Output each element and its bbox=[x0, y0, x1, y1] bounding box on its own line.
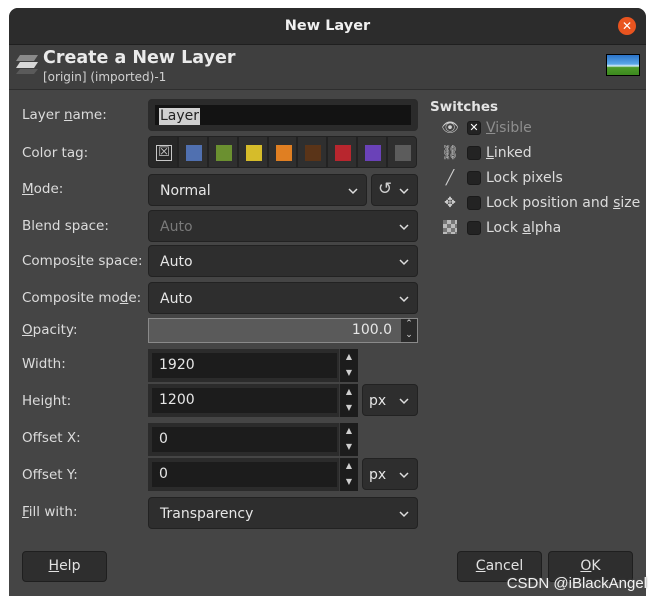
new-layer-dialog: New Layer ✕ Create a New Layer [origin] … bbox=[9, 8, 646, 596]
layer-name-field[interactable]: Layer bbox=[148, 99, 418, 131]
width-label: Width: bbox=[22, 356, 66, 372]
size-unit-value: px bbox=[369, 393, 387, 409]
mode-value: Normal bbox=[160, 183, 211, 199]
color-tag-red[interactable] bbox=[327, 136, 358, 168]
increment-icon[interactable]: ▲ bbox=[340, 423, 358, 439]
linked-checkbox[interactable] bbox=[467, 146, 481, 160]
offset-x-spinbox[interactable]: 0 ▲ ▼ bbox=[148, 423, 358, 456]
dialog-header: Create a New Layer [origin] (imported)-1 bbox=[9, 45, 646, 90]
layer-name-label: Layer name: bbox=[22, 107, 107, 123]
decrement-icon[interactable]: ▼ bbox=[340, 439, 358, 455]
visible-checkbox[interactable]: ✕ bbox=[467, 121, 481, 135]
height-label: Height: bbox=[22, 393, 72, 409]
color-tag-green[interactable] bbox=[207, 136, 238, 168]
color-tag-gray[interactable] bbox=[387, 136, 418, 168]
composite-space-value: Auto bbox=[160, 254, 193, 270]
composite-space-dropdown[interactable]: Auto bbox=[148, 245, 418, 277]
width-value: 1920 bbox=[159, 357, 195, 373]
opacity-label: Opacity: bbox=[22, 322, 78, 338]
fill-with-label: Fill with: bbox=[22, 504, 78, 520]
chevron-down-icon bbox=[399, 188, 409, 195]
opacity-slider[interactable]: 100.0 ⌃ ⌄ bbox=[148, 318, 418, 343]
fill-with-dropdown[interactable]: Transparency bbox=[148, 497, 418, 529]
color-tag-label: Color tag: bbox=[22, 145, 89, 161]
offset-unit-value: px bbox=[369, 467, 387, 483]
header-subtitle: [origin] (imported)-1 bbox=[43, 70, 167, 84]
chevron-down-icon bbox=[399, 259, 409, 266]
color-tag-selector: ☒ bbox=[148, 136, 418, 168]
width-spinbox[interactable]: 1920 ▲ ▼ bbox=[148, 349, 358, 382]
chevron-down-icon bbox=[399, 511, 409, 518]
composite-mode-value: Auto bbox=[160, 291, 193, 307]
offset-unit-dropdown[interactable]: px bbox=[362, 458, 418, 490]
increment-icon[interactable]: ▲ bbox=[340, 349, 358, 365]
image-thumbnail bbox=[606, 54, 640, 76]
composite-mode-label: Composite mode: bbox=[22, 290, 142, 306]
lock-pixels-label: Lock pixels bbox=[486, 170, 563, 186]
none-icon: ☒ bbox=[156, 145, 172, 161]
chevron-down-icon bbox=[348, 188, 358, 195]
switches-heading: Switches bbox=[430, 99, 499, 115]
linked-label: Linked bbox=[486, 145, 532, 161]
layer-name-value: Layer bbox=[159, 108, 201, 125]
layer-icon bbox=[16, 55, 38, 74]
decrement-icon[interactable]: ▼ bbox=[340, 474, 358, 490]
brush-icon: ╱ bbox=[445, 170, 455, 186]
offset-y-label: Offset Y: bbox=[22, 467, 78, 483]
chevron-down-icon bbox=[399, 472, 409, 479]
opacity-value: 100.0 bbox=[351, 322, 392, 338]
offset-x-label: Offset X: bbox=[22, 430, 81, 446]
chevron-up-icon[interactable]: ⌃ bbox=[401, 319, 417, 330]
height-value: 1200 bbox=[159, 392, 195, 408]
lock-position-checkbox[interactable] bbox=[467, 196, 481, 210]
offset-y-spinbox[interactable]: 0 ▲ ▼ bbox=[148, 458, 358, 491]
opacity-spin-buttons[interactable]: ⌃ ⌄ bbox=[401, 319, 417, 342]
color-tag-orange[interactable] bbox=[267, 136, 298, 168]
lock-alpha-label: Lock alpha bbox=[486, 220, 562, 236]
color-tag-yellow[interactable] bbox=[237, 136, 268, 168]
mode-label: Mode: bbox=[22, 181, 64, 197]
checkerboard-icon bbox=[443, 220, 457, 234]
blend-space-value: Auto bbox=[160, 219, 193, 235]
chevron-down-icon bbox=[399, 398, 409, 405]
chevron-down-icon[interactable]: ⌄ bbox=[401, 330, 417, 341]
chevron-down-icon bbox=[399, 296, 409, 303]
color-tag-none[interactable]: ☒ bbox=[148, 136, 178, 168]
move-icon: ✥ bbox=[444, 195, 456, 211]
blend-space-label: Blend space: bbox=[22, 218, 109, 234]
height-spinbox[interactable]: 1200 ▲ ▼ bbox=[148, 384, 358, 417]
color-tag-violet[interactable] bbox=[357, 136, 388, 168]
chevron-down-icon bbox=[399, 224, 409, 231]
mode-dropdown[interactable]: Normal bbox=[148, 174, 367, 206]
close-button[interactable]: ✕ bbox=[618, 17, 636, 35]
window-title: New Layer bbox=[284, 18, 371, 34]
composite-space-label: Composite space: bbox=[22, 253, 143, 269]
increment-icon[interactable]: ▲ bbox=[340, 384, 358, 400]
lock-alpha-checkbox[interactable] bbox=[467, 221, 481, 235]
lock-position-label: Lock position and size bbox=[486, 195, 641, 211]
blend-space-dropdown[interactable]: Auto bbox=[148, 210, 418, 242]
eye-icon: 👁 bbox=[441, 120, 459, 136]
mode-group-button[interactable]: ↺ bbox=[371, 174, 418, 206]
fill-with-value: Transparency bbox=[160, 506, 254, 522]
decrement-icon[interactable]: ▼ bbox=[340, 365, 358, 381]
watermark: CSDN @iBlackAngel bbox=[506, 575, 647, 592]
composite-mode-dropdown[interactable]: Auto bbox=[148, 282, 418, 314]
color-tag-blue[interactable] bbox=[177, 136, 208, 168]
title-bar: New Layer ✕ bbox=[9, 8, 646, 45]
decrement-icon[interactable]: ▼ bbox=[340, 400, 358, 416]
size-unit-dropdown[interactable]: px bbox=[362, 384, 418, 416]
close-icon: ✕ bbox=[621, 19, 633, 33]
offset-x-value: 0 bbox=[159, 431, 168, 447]
visible-label: Visible bbox=[486, 120, 532, 136]
chain-icon: ⛓ bbox=[441, 145, 459, 161]
lock-pixels-checkbox[interactable] bbox=[467, 171, 481, 185]
help-button[interactable]: Help bbox=[22, 551, 107, 582]
header-title: Create a New Layer bbox=[43, 48, 236, 68]
offset-y-value: 0 bbox=[159, 466, 168, 482]
switch-mode-icon: ↺ bbox=[378, 179, 393, 199]
color-tag-brown[interactable] bbox=[297, 136, 328, 168]
increment-icon[interactable]: ▲ bbox=[340, 458, 358, 474]
